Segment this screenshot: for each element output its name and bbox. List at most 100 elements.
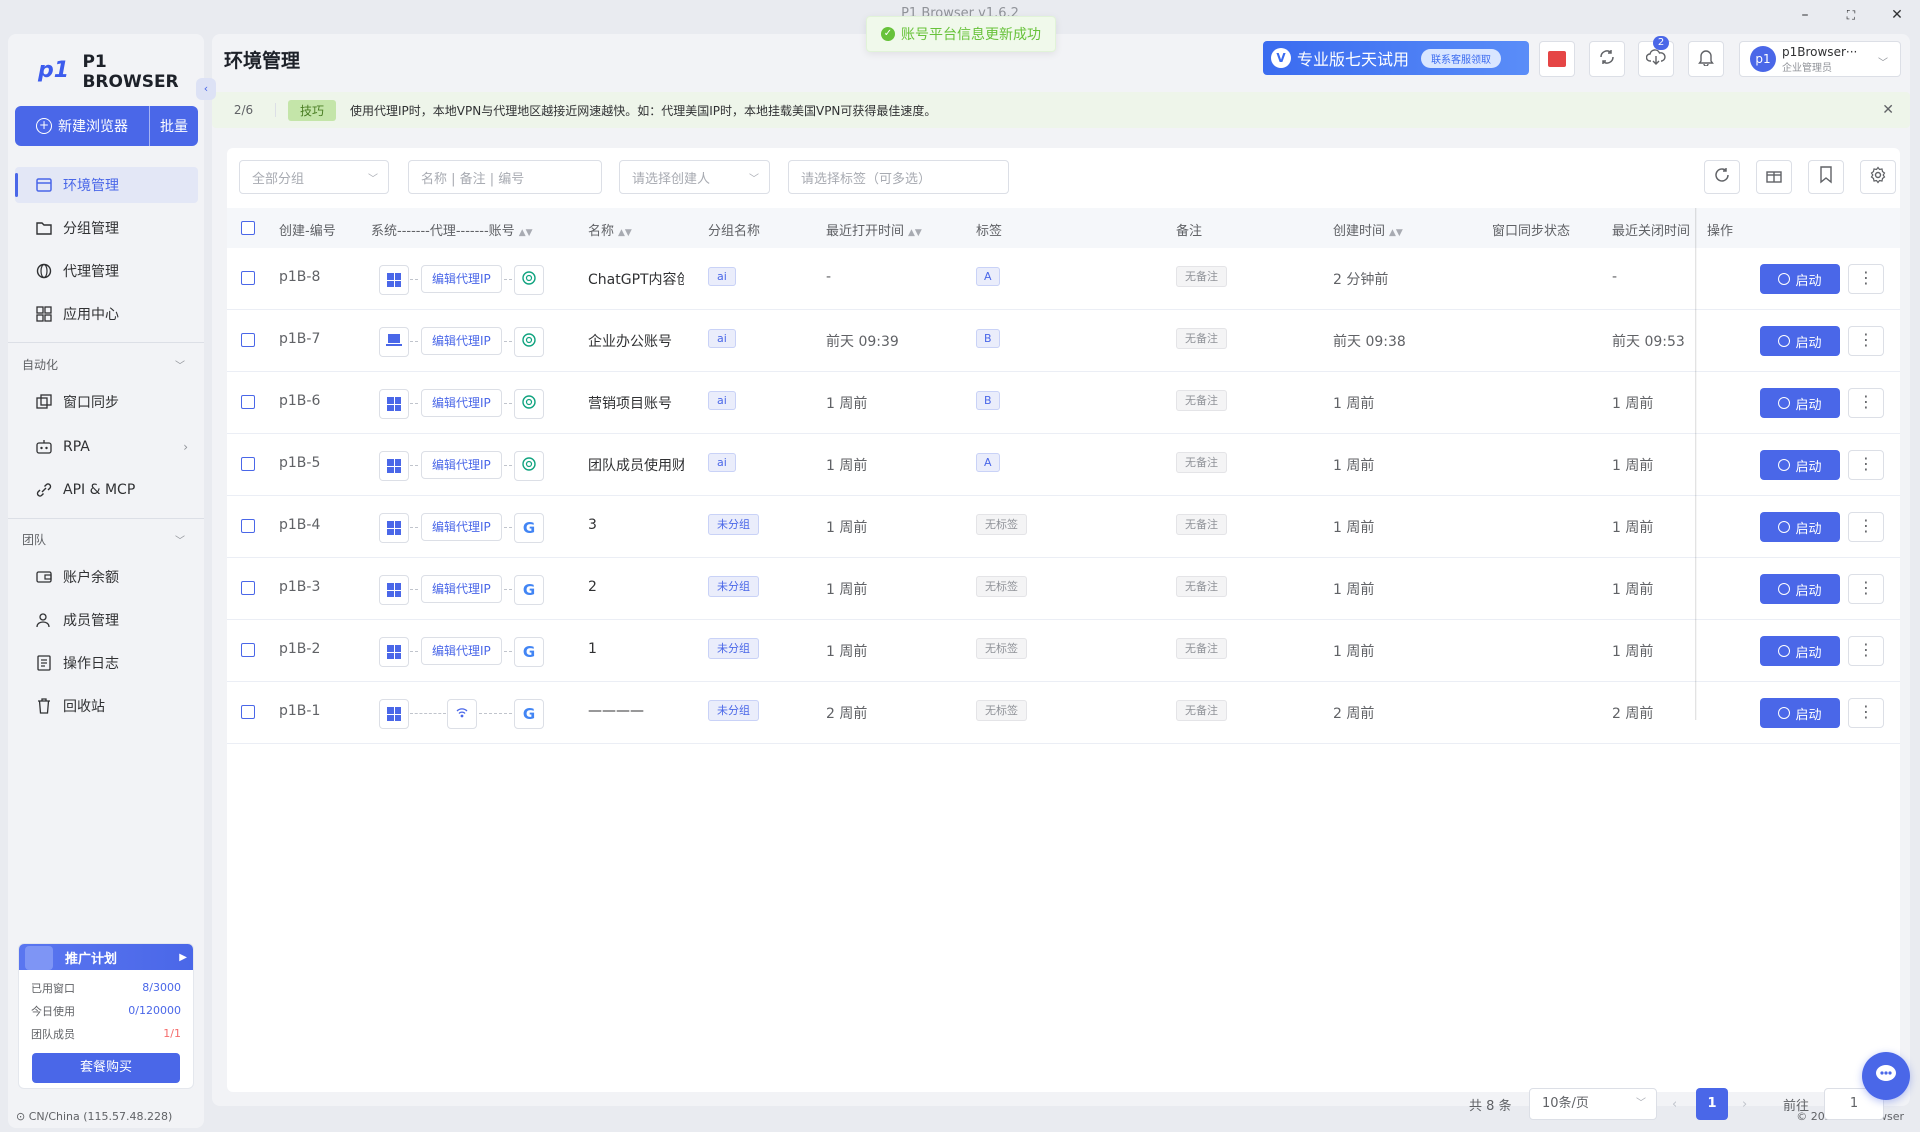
more-actions-button[interactable]: ⋮ — [1848, 264, 1884, 294]
contact-support-button[interactable]: 联系客服领取 — [1421, 48, 1502, 68]
promo-header[interactable]: 推广计划 ▶ — [19, 944, 193, 970]
edit-proxy-button[interactable]: 编辑代理IP — [421, 637, 502, 665]
close-icon[interactable]: ✕ — [1882, 102, 1894, 118]
table-row[interactable]: p1B-7 编辑代理IP 企业办公账号 ai 前天 09:39 B 无备注 前天 09:38 前… — [227, 310, 1900, 372]
account-platform-button[interactable] — [514, 265, 544, 295]
group-filter-select[interactable]: 全部分组 ﹀ — [239, 160, 389, 194]
start-button[interactable]: 启动 — [1760, 698, 1840, 728]
account-platform-button[interactable]: G — [514, 513, 544, 543]
new-browser-button[interactable]: + 新建浏览器 — [15, 106, 150, 146]
refresh-button[interactable] — [1704, 160, 1740, 194]
tag-filter-select[interactable]: 请选择标签（可多选） — [788, 160, 1009, 194]
account-platform-button[interactable] — [514, 451, 544, 481]
profile-name[interactable]: 1 — [588, 641, 684, 657]
sidebar-item-members[interactable]: 成员管理 — [15, 602, 198, 638]
start-button[interactable]: 启动 — [1760, 574, 1840, 604]
account-platform-button[interactable]: G — [514, 699, 544, 729]
sidebar-item-groups[interactable]: 分组管理 — [15, 210, 198, 246]
row-checkbox[interactable] — [241, 395, 255, 409]
sidebar-item-rpa[interactable]: RPA › — [15, 429, 198, 465]
profile-name[interactable]: 营销项目账号 — [588, 393, 684, 413]
user-menu[interactable]: p1 p1Browser··· 企业管理员 ﹀ — [1739, 41, 1901, 77]
row-checkbox[interactable] — [241, 519, 255, 533]
chevron-down-icon[interactable]: ﹀ — [175, 532, 185, 547]
edit-proxy-button[interactable]: 编辑代理IP — [421, 575, 502, 603]
table-row[interactable]: p1B-8 编辑代理IP ChatGPT内容创 ai - A 无备注 2 分钟前 - 启动 ⋮ — [227, 248, 1900, 310]
page-size-select[interactable]: 10条/页 ﹀ — [1529, 1088, 1657, 1120]
no-proxy-button[interactable] — [447, 699, 477, 729]
more-actions-button[interactable]: ⋮ — [1848, 450, 1884, 480]
sidebar-item-balance[interactable]: 账户余额 — [15, 559, 198, 595]
profile-name[interactable]: ChatGPT内容创 — [588, 269, 684, 289]
close-window-button[interactable]: ✕ — [1882, 4, 1912, 26]
row-checkbox[interactable] — [241, 271, 255, 285]
batch-button[interactable]: 批量 — [150, 116, 198, 136]
settings-button[interactable] — [1860, 160, 1896, 194]
profile-name[interactable]: 团队成员使用财 — [588, 455, 684, 475]
row-checkbox[interactable] — [241, 581, 255, 595]
download-button[interactable]: 2 — [1638, 36, 1674, 77]
gift-button[interactable] — [1756, 160, 1792, 194]
profile-name[interactable]: 企业办公账号 — [588, 331, 684, 351]
gift-box-button[interactable] — [1539, 41, 1575, 77]
more-actions-button[interactable]: ⋮ — [1848, 574, 1884, 604]
sync-button[interactable] — [1589, 41, 1625, 77]
account-platform-button[interactable]: G — [514, 637, 544, 667]
maximize-button[interactable]: ⛶ — [1836, 4, 1866, 26]
sidebar-item-apps[interactable]: 应用中心 — [15, 296, 198, 332]
sidebar-item-api-mcp[interactable]: API & MCP — [15, 472, 198, 508]
account-platform-button[interactable] — [514, 327, 544, 357]
table-row[interactable]: p1B-6 编辑代理IP 营销项目账号 ai 1 周前 B 无备注 1 周前 1 周前 启动 ⋮ — [227, 372, 1900, 434]
sidebar-item-trash[interactable]: 回收站 — [15, 688, 198, 724]
chevron-down-icon[interactable]: ﹀ — [175, 357, 185, 372]
edit-proxy-button[interactable]: 编辑代理IP — [421, 265, 502, 293]
more-actions-button[interactable]: ⋮ — [1848, 388, 1884, 418]
row-checkbox[interactable] — [241, 457, 255, 471]
more-actions-button[interactable]: ⋮ — [1848, 636, 1884, 666]
start-button[interactable]: 启动 — [1760, 450, 1840, 480]
start-button[interactable]: 启动 — [1760, 264, 1840, 294]
account-platform-button[interactable] — [514, 389, 544, 419]
sidebar-item-logs[interactable]: 操作日志 — [15, 645, 198, 681]
more-actions-button[interactable]: ⋮ — [1848, 698, 1884, 728]
next-page-button[interactable]: › — [1742, 1088, 1747, 1120]
table-row[interactable]: p1B-1 G ———— 未分组 2 周前 无标签 无备注 2 周前 2 周前 启动 ⋮ — [227, 682, 1900, 744]
row-checkbox[interactable] — [241, 333, 255, 347]
support-chat-button[interactable] — [1862, 1052, 1910, 1100]
tip-counter[interactable]: 2/6 — [212, 103, 276, 117]
row-checkbox[interactable] — [241, 643, 255, 657]
sidebar-item-environments[interactable]: 环境管理 — [15, 167, 198, 203]
edit-proxy-button[interactable]: 编辑代理IP — [421, 389, 502, 417]
column-header[interactable]: 系统-------代理-------账号 ▲▼ — [371, 220, 533, 239]
start-button[interactable]: 启动 — [1760, 326, 1840, 356]
table-row[interactable]: p1B-4 编辑代理IP G 3 未分组 1 周前 无标签 无备注 1 周前 1 周前 启动 ⋮ — [227, 496, 1900, 558]
profile-name[interactable]: 3 — [588, 517, 684, 533]
start-button[interactable]: 启动 — [1760, 512, 1840, 542]
creator-filter-select[interactable]: 请选择创建人 ﹀ — [619, 160, 770, 194]
edit-proxy-button[interactable]: 编辑代理IP — [421, 513, 502, 541]
edit-proxy-button[interactable]: 编辑代理IP — [421, 327, 502, 355]
table-row[interactable]: p1B-3 编辑代理IP G 2 未分组 1 周前 无标签 无备注 1 周前 1 周前 启动 ⋮ — [227, 558, 1900, 620]
select-all-checkbox[interactable] — [241, 221, 255, 235]
profile-name[interactable]: 2 — [588, 579, 684, 595]
column-header[interactable]: 最近打开时间 ▲▼ — [826, 220, 922, 239]
buy-plan-button[interactable]: 套餐购买 — [32, 1053, 180, 1083]
sidebar-item-proxies[interactable]: 代理管理 — [15, 253, 198, 289]
start-button[interactable]: 启动 — [1760, 636, 1840, 666]
more-actions-button[interactable]: ⋮ — [1848, 326, 1884, 356]
prev-page-button[interactable]: ‹ — [1672, 1088, 1677, 1120]
collapse-sidebar-button[interactable]: ‹ — [196, 78, 216, 100]
table-row[interactable]: p1B-2 编辑代理IP G 1 未分组 1 周前 无标签 无备注 1 周前 1 周前 启动 ⋮ — [227, 620, 1900, 682]
column-header[interactable]: 名称 ▲▼ — [588, 220, 632, 239]
search-input[interactable]: 名称 | 备注 | 编号 — [408, 160, 602, 194]
pro-trial-banner[interactable]: V 专业版七天试用 联系客服领取 — [1263, 41, 1529, 75]
page-number-current[interactable]: 1 — [1696, 1088, 1728, 1120]
more-actions-button[interactable]: ⋮ — [1848, 512, 1884, 542]
sidebar-item-window-sync[interactable]: 窗口同步 — [15, 384, 198, 420]
minimize-button[interactable]: – — [1790, 4, 1820, 26]
bookmark-button[interactable] — [1808, 160, 1844, 194]
notifications-button[interactable] — [1688, 41, 1724, 77]
account-platform-button[interactable]: G — [514, 575, 544, 605]
start-button[interactable]: 启动 — [1760, 388, 1840, 418]
profile-name[interactable]: ———— — [588, 703, 684, 719]
